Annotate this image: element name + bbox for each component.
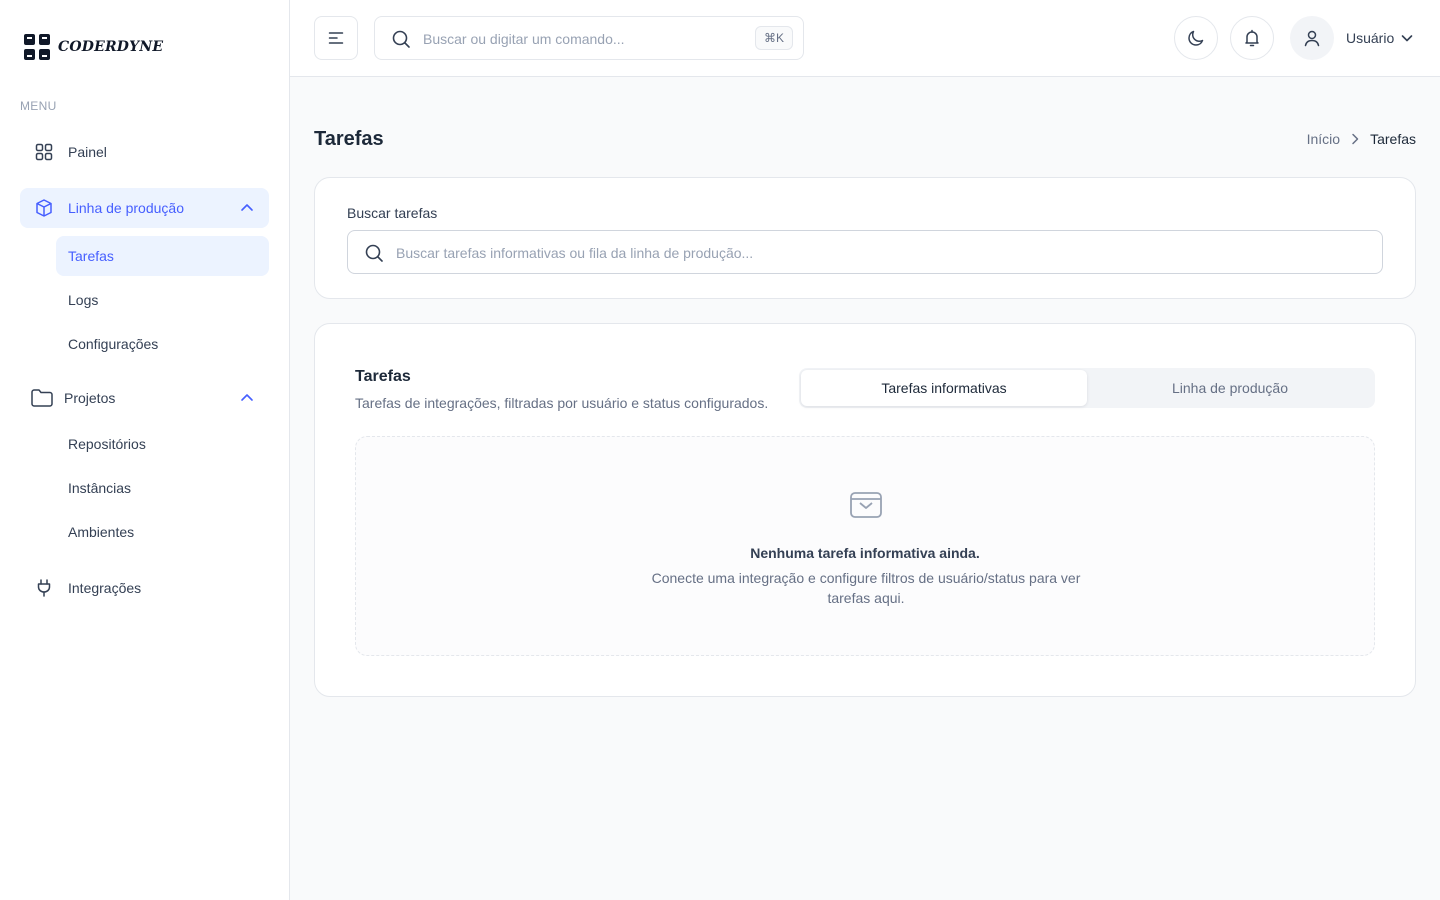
user-name[interactable]: Usuário (1346, 30, 1394, 46)
sidebar-subitem-ambientes[interactable]: Ambientes (56, 512, 269, 552)
chevron-right-icon (1352, 133, 1359, 145)
breadcrumb-current: Tarefas (1370, 131, 1416, 147)
sidebar-subitem-logs[interactable]: Logs (56, 280, 269, 320)
sidebar-item-label: Painel (68, 144, 107, 160)
chevron-up-icon[interactable] (239, 390, 255, 406)
menu-icon (328, 32, 344, 44)
sidebar-subitem-repositorios[interactable]: Repositórios (56, 424, 269, 464)
avatar[interactable] (1290, 16, 1334, 60)
bell-icon (1245, 29, 1259, 47)
sidebar-subitem-tarefas[interactable]: Tarefas (56, 236, 269, 276)
sidebar-subitem-instancias[interactable]: Instâncias (56, 468, 269, 508)
search-icon (365, 244, 383, 262)
sidebar-item-label: Integrações (68, 580, 142, 596)
task-search-input[interactable]: Buscar tarefas informativas ou fila da l… (347, 230, 1383, 274)
page-title: Tarefas (314, 128, 384, 150)
breadcrumb-home-link[interactable]: Início (1307, 131, 1340, 147)
inbox-icon (850, 492, 882, 518)
menu-label: MENU (20, 99, 57, 113)
sidebar-item-projetos[interactable]: Projetos (20, 378, 269, 418)
theme-toggle-button[interactable] (1174, 16, 1218, 60)
folder-icon (31, 389, 53, 407)
plug-icon (37, 579, 51, 597)
notifications-button[interactable] (1230, 16, 1274, 60)
search-card: Buscar tarefas Buscar tarefas informativ… (314, 177, 1416, 299)
user-icon (1304, 30, 1320, 47)
tasks-title: Tarefas (355, 368, 411, 385)
shortcut-badge: ⌘K (754, 26, 793, 50)
tasks-tab-switcher: Tarefas informativas Linha de produção (799, 368, 1375, 408)
command-search-placeholder: Buscar ou digitar um comando... (423, 31, 625, 47)
box-icon (36, 199, 52, 217)
brand-logo[interactable]: CODERDYNE (22, 32, 163, 62)
task-search-label: Buscar tarefas (347, 205, 438, 221)
sidebar-subitem-configuracoes[interactable]: Configurações (56, 324, 269, 364)
tab-tarefas-informativas[interactable]: Tarefas informativas (801, 370, 1087, 406)
empty-state-title: Nenhuma tarefa informativa ainda. (750, 545, 980, 561)
tasks-description: Tarefas de integrações, filtradas por us… (355, 395, 769, 411)
moon-icon (1188, 30, 1204, 46)
command-search-input[interactable]: Buscar ou digitar um comando... ⌘K (374, 16, 804, 60)
sidebar-item-integracoes[interactable]: Integrações (20, 568, 269, 608)
empty-state: Nenhuma tarefa informativa ainda. Conect… (355, 436, 1375, 656)
tasks-card: Tarefas Tarefas de integrações, filtrada… (314, 323, 1416, 697)
sidebar-item-label: Linha de produção (68, 200, 184, 216)
search-icon (392, 30, 410, 48)
logo-icon (24, 34, 50, 60)
sidebar-item-painel[interactable]: Painel (20, 132, 269, 172)
sidebar: CODERDYNE MENU Painel Linha de produção … (0, 0, 290, 900)
chevron-up-icon[interactable] (239, 200, 255, 216)
brand-name: CODERDYNE (58, 39, 164, 55)
chevron-down-icon[interactable] (1400, 31, 1414, 45)
sidebar-item-linha-de-producao[interactable]: Linha de produção (20, 188, 269, 228)
breadcrumb: Início Tarefas (1307, 131, 1416, 147)
task-search-placeholder: Buscar tarefas informativas ou fila da l… (396, 245, 754, 261)
sidebar-item-label: Projetos (64, 390, 116, 406)
grid-icon (35, 143, 53, 161)
empty-state-description: Conecte uma integração e configure filtr… (651, 570, 1081, 606)
tab-linha-de-producao[interactable]: Linha de produção (1087, 370, 1373, 406)
top-header: Buscar ou digitar um comando... ⌘K Usuár… (290, 0, 1440, 77)
sidebar-toggle-button[interactable] (314, 16, 358, 60)
